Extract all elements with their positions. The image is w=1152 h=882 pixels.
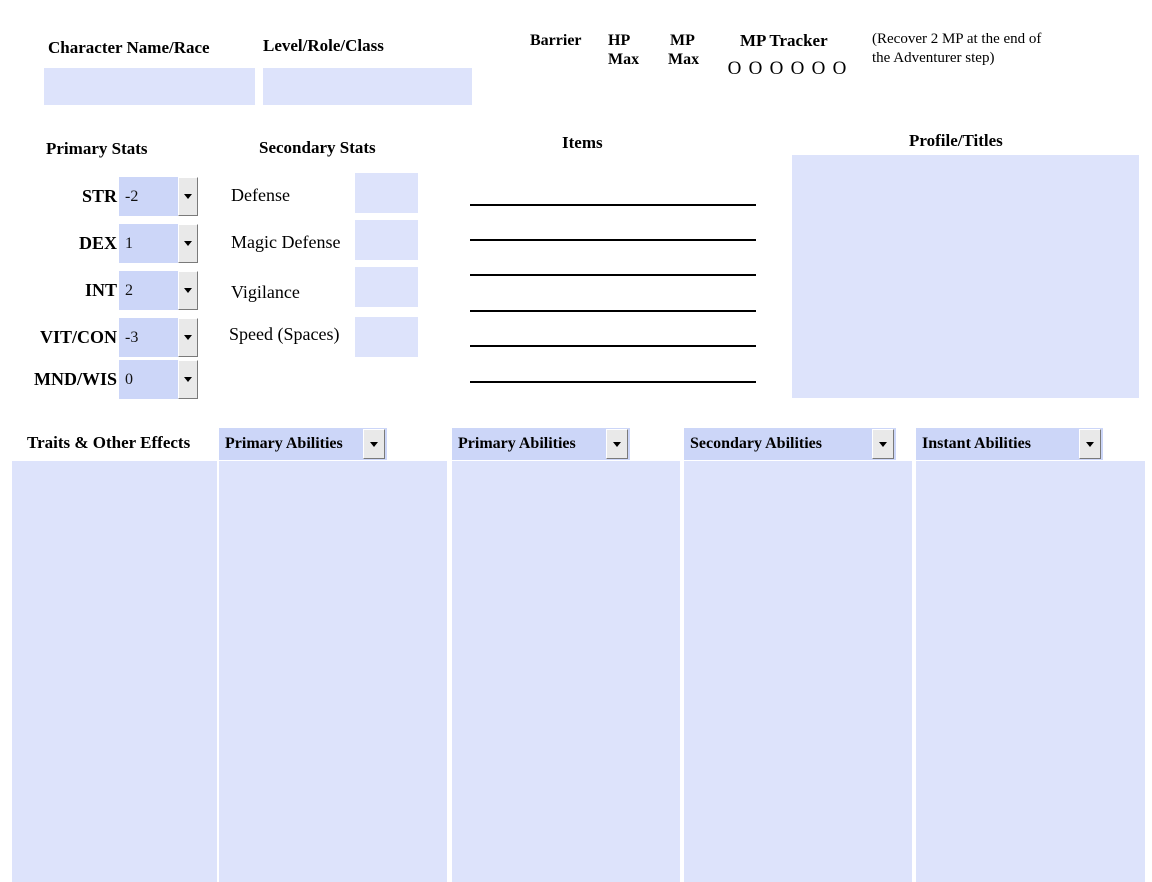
primary-stat-dropdown-int[interactable]: 2 (119, 271, 198, 310)
secondary-stat-input-speed[interactable] (355, 317, 418, 357)
primary-stats-title: Primary Stats (46, 139, 148, 158)
chevron-down-icon (613, 441, 621, 447)
chevron-down-icon (184, 241, 192, 246)
item-line[interactable] (470, 345, 756, 347)
character-name-input[interactable] (44, 68, 255, 105)
mp-tracker-mark[interactable]: O (808, 58, 829, 80)
primary-stat-value-int: 2 (119, 271, 178, 310)
mp-max-label-line2: Max (668, 51, 700, 68)
dropdown-button[interactable] (178, 360, 198, 399)
mp-max-label-line1: MP (670, 32, 695, 49)
profile-titles-textarea[interactable] (792, 155, 1139, 398)
secondary-stat-input-vigilance[interactable] (355, 267, 418, 307)
mp-tracker-mark[interactable]: O (766, 58, 787, 80)
level-role-class-input[interactable] (263, 68, 472, 105)
primary-stat-dropdown-mnd-wis[interactable]: 0 (119, 360, 198, 399)
secondary-stat-label-defense: Defense (231, 185, 290, 205)
item-line[interactable] (470, 381, 756, 383)
traits-other-effects-title: Traits & Other Effects (27, 433, 191, 452)
dropdown-button[interactable] (606, 429, 628, 459)
dropdown-button[interactable] (363, 429, 385, 459)
chevron-down-icon (184, 194, 192, 199)
mp-recovery-note-line1: (Recover 2 MP at the end of (872, 31, 1042, 47)
dropdown-button[interactable] (872, 429, 894, 459)
secondary-stat-input-defense[interactable] (355, 173, 418, 213)
secondary-stat-label-vigilance: Vigilance (231, 282, 300, 302)
primary-stat-value-dex: 1 (119, 224, 178, 263)
primary-stat-dropdown-str[interactable]: -2 (119, 177, 198, 216)
primary-abilities-textarea-1[interactable] (219, 461, 447, 882)
primary-abilities-textarea-2[interactable] (452, 461, 680, 882)
secondary-stats-title: Secondary Stats (259, 138, 376, 157)
primary-stat-value-vit-con: -3 (119, 318, 178, 357)
instant-abilities-textarea[interactable] (916, 461, 1145, 882)
hp-max-label-line2: Max (608, 51, 640, 68)
secondary-stat-label-magic-defense: Magic Defense (231, 232, 341, 252)
mp-tracker-mark[interactable]: O (829, 58, 850, 80)
column-header-dropdown-primary-abilities-1[interactable]: Primary Abilities (219, 428, 387, 460)
column-header-dropdown-instant-abilities[interactable]: Instant Abilities (916, 428, 1103, 460)
dropdown-button[interactable] (1079, 429, 1101, 459)
column-title: Secondary Abilities (690, 435, 823, 452)
primary-stat-value-str: -2 (119, 177, 178, 216)
primary-stat-label-str: STR (81, 186, 117, 206)
traits-other-effects-textarea[interactable] (12, 461, 217, 882)
primary-stat-label-int: INT (84, 280, 117, 300)
column-header-dropdown-primary-abilities-2[interactable]: Primary Abilities (452, 428, 630, 460)
chevron-down-icon (184, 288, 192, 293)
mp-tracker-label: MP Tracker (740, 31, 828, 50)
mp-tracker-mark[interactable]: O (787, 58, 808, 80)
chevron-down-icon (184, 335, 192, 340)
primary-stat-label-dex: DEX (78, 233, 117, 253)
item-line[interactable] (470, 204, 756, 206)
chevron-down-icon (879, 441, 887, 447)
character-sheet: Character Name/Race Level/Role/Class Bar… (0, 0, 1152, 882)
item-line[interactable] (470, 310, 756, 312)
item-line[interactable] (470, 239, 756, 241)
primary-stat-dropdown-vit-con[interactable]: -3 (119, 318, 198, 357)
profile-titles-title: Profile/Titles (909, 131, 1003, 150)
secondary-abilities-textarea[interactable] (684, 461, 912, 882)
chevron-down-icon (370, 441, 378, 447)
items-title: Items (562, 133, 603, 152)
dropdown-button[interactable] (178, 224, 198, 263)
mp-tracker-marks[interactable]: O O O O O O (724, 58, 850, 80)
secondary-stat-input-magic-defense[interactable] (355, 220, 418, 260)
dropdown-button[interactable] (178, 318, 198, 357)
primary-stat-label-vit-con: VIT/CON (39, 327, 117, 347)
primary-stat-dropdown-dex[interactable]: 1 (119, 224, 198, 263)
character-name-label: Character Name/Race (48, 38, 210, 57)
secondary-stat-label-speed: Speed (Spaces) (229, 324, 340, 344)
chevron-down-icon (184, 377, 192, 382)
dropdown-button[interactable] (178, 271, 198, 310)
level-role-class-label: Level/Role/Class (263, 36, 384, 55)
primary-stat-label-mnd-wis: MND/WIS (33, 369, 117, 389)
column-title: Instant Abilities (922, 435, 1031, 452)
mp-tracker-mark[interactable]: O (745, 58, 766, 80)
column-title: Primary Abilities (225, 435, 343, 452)
dropdown-button[interactable] (178, 177, 198, 216)
primary-stat-value-mnd-wis: 0 (119, 360, 178, 399)
chevron-down-icon (1086, 441, 1094, 447)
mp-recovery-note-line2: the Adventurer step) (872, 50, 995, 66)
mp-tracker-mark[interactable]: O (724, 58, 745, 80)
hp-max-label-line1: HP (608, 32, 631, 49)
column-title: Primary Abilities (458, 435, 576, 452)
item-line[interactable] (470, 274, 756, 276)
barrier-label: Barrier (530, 32, 582, 49)
column-header-dropdown-secondary-abilities[interactable]: Secondary Abilities (684, 428, 896, 460)
